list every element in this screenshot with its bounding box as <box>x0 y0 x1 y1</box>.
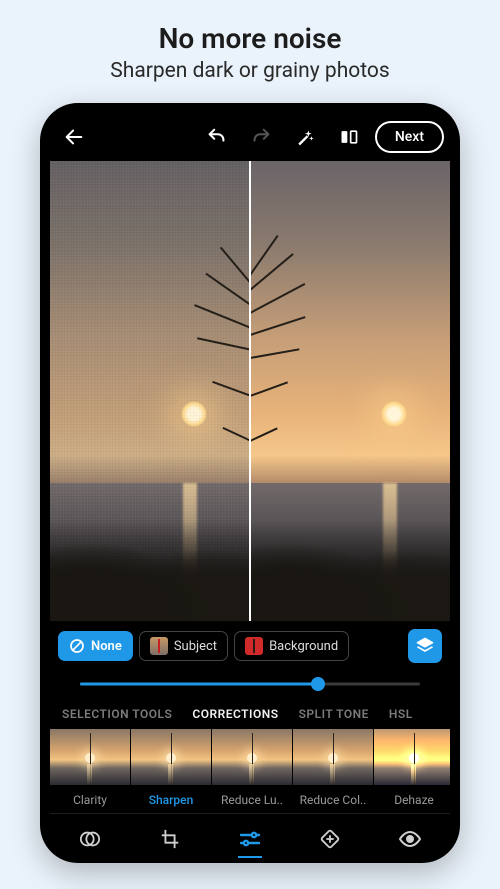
slider-fill <box>80 683 318 686</box>
photo-canvas[interactable] <box>50 161 450 621</box>
mask-subject-button[interactable]: Subject <box>139 631 228 661</box>
mask-background-label: Background <box>269 639 338 654</box>
nav-looks[interactable] <box>68 817 112 861</box>
photo-before <box>50 161 250 621</box>
correction-label: Reduce Lu.. <box>221 793 283 807</box>
nav-heal[interactable] <box>308 817 352 861</box>
adjustment-tabs: SELECTION TOOLS CORRECTIONS SPLIT TONE H… <box>50 697 450 729</box>
correction-sharpen[interactable]: Sharpen <box>131 729 211 807</box>
mask-none-button[interactable]: None <box>58 631 133 661</box>
correction-dehaze[interactable]: Dehaze <box>374 729 450 807</box>
back-button[interactable] <box>56 119 92 155</box>
correction-reduce-luminance[interactable]: Reduce Lu.. <box>212 729 292 807</box>
auto-enhance-button[interactable] <box>287 119 323 155</box>
compare-divider[interactable] <box>249 161 251 621</box>
nav-adjust[interactable] <box>228 817 272 861</box>
background-swatch-icon <box>245 637 263 655</box>
subject-swatch-icon <box>150 637 168 655</box>
mask-subject-label: Subject <box>174 639 217 654</box>
nav-crop[interactable] <box>148 817 192 861</box>
bottom-nav <box>50 813 450 863</box>
correction-label: Sharpen <box>149 793 194 807</box>
adjustment-slider[interactable] <box>50 667 450 697</box>
mask-none-label: None <box>91 639 122 654</box>
phone-frame: Next <box>40 103 460 863</box>
promo-title: No more noise <box>159 22 342 55</box>
nav-redeye[interactable] <box>388 817 432 861</box>
compare-button[interactable] <box>331 119 367 155</box>
photo-after <box>250 161 450 621</box>
correction-reduce-color[interactable]: Reduce Col.. <box>293 729 373 807</box>
correction-label: Reduce Col.. <box>300 793 367 807</box>
mask-background-button[interactable]: Background <box>234 631 349 661</box>
slider-thumb[interactable] <box>311 677 325 691</box>
redo-button[interactable] <box>243 119 279 155</box>
top-toolbar: Next <box>50 113 450 161</box>
correction-clarity[interactable]: Clarity <box>50 729 130 807</box>
correction-label: Clarity <box>73 793 107 807</box>
tab-split-tone[interactable]: SPLIT TONE <box>299 707 369 721</box>
next-button-label: Next <box>395 129 424 145</box>
next-button[interactable]: Next <box>375 121 444 153</box>
tab-hsl[interactable]: HSL <box>389 707 413 721</box>
promo-subtitle: Sharpen dark or grainy photos <box>110 59 389 83</box>
tab-corrections[interactable]: CORRECTIONS <box>192 707 278 721</box>
undo-button[interactable] <box>199 119 235 155</box>
correction-label: Dehaze <box>394 793 434 807</box>
tab-selection-tools[interactable]: SELECTION TOOLS <box>62 707 172 721</box>
mask-selector-row: None Subject Background <box>50 621 450 667</box>
corrections-strip[interactable]: Clarity Sharpen Reduce Lu.. Reduce Col..… <box>50 729 450 807</box>
layers-button[interactable] <box>408 629 442 663</box>
